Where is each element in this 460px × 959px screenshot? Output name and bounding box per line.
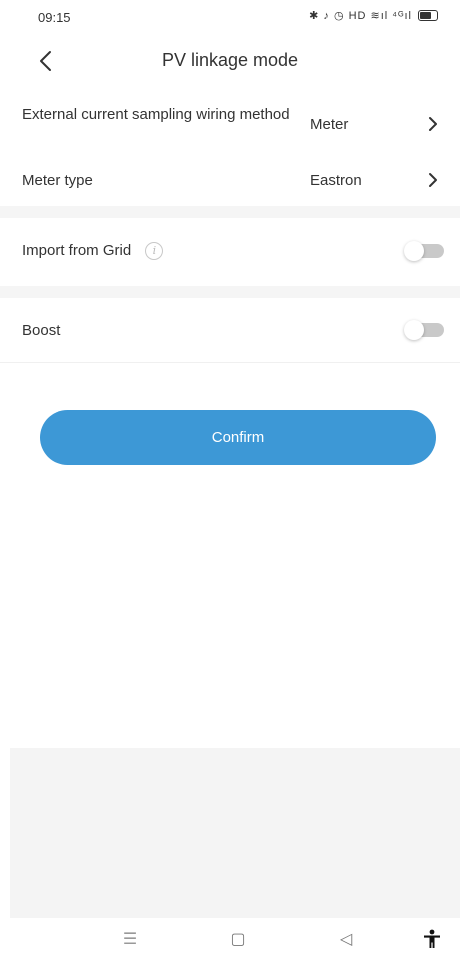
sampling-method-value: Meter <box>310 116 349 133</box>
setting-row-meter-type[interactable]: Meter type Eastron <box>0 158 460 204</box>
meter-type-value: Eastron <box>310 172 362 189</box>
status-time: 09:15 <box>38 10 71 25</box>
import-from-grid-toggle[interactable] <box>404 241 444 261</box>
battery-icon <box>418 10 438 21</box>
back-nav-icon[interactable]: ◁ <box>334 928 358 950</box>
import-from-grid-label-group: Import from Grid i <box>22 242 164 261</box>
bottom-panel <box>10 748 460 918</box>
menu-icon[interactable]: ☰ <box>118 928 142 950</box>
meter-type-label: Meter type <box>22 172 93 189</box>
boost-label: Boost <box>22 322 61 339</box>
divider <box>0 362 460 363</box>
chevron-right-icon[interactable] <box>426 171 440 189</box>
status-icons: ✱ ♪ ◷ HD ≋ıl ⁴ᴳıl <box>309 9 438 22</box>
confirm-button[interactable]: Confirm <box>40 410 436 465</box>
setting-row-boost: Boost <box>0 298 460 362</box>
accessibility-icon[interactable] <box>420 928 444 950</box>
chevron-right-icon[interactable] <box>426 115 440 133</box>
info-icon[interactable]: i <box>145 242 164 261</box>
status-bar: 09:15 ✱ ♪ ◷ HD ≋ıl ⁴ᴳıl <box>0 0 460 34</box>
import-from-grid-label: Import from Grid <box>22 242 132 259</box>
setting-row-import-from-grid: Import from Grid i <box>0 218 460 284</box>
status-indicators-icon: ✱ ♪ ◷ HD ≋ıl ⁴ᴳıl <box>309 10 412 22</box>
toggle-knob <box>404 241 424 261</box>
sampling-method-label: External current sampling wiring method <box>22 106 290 123</box>
system-nav-bar: ☰ ▢ ◁ <box>0 918 460 959</box>
boost-toggle[interactable] <box>404 320 444 340</box>
setting-row-sampling-method[interactable]: External current sampling wiring method … <box>0 98 460 156</box>
header: PV linkage mode <box>0 38 460 84</box>
section-divider <box>0 206 460 218</box>
section-divider <box>0 286 460 298</box>
home-icon[interactable]: ▢ <box>226 928 250 950</box>
page-title: PV linkage mode <box>161 50 299 70</box>
toggle-knob <box>404 320 424 340</box>
